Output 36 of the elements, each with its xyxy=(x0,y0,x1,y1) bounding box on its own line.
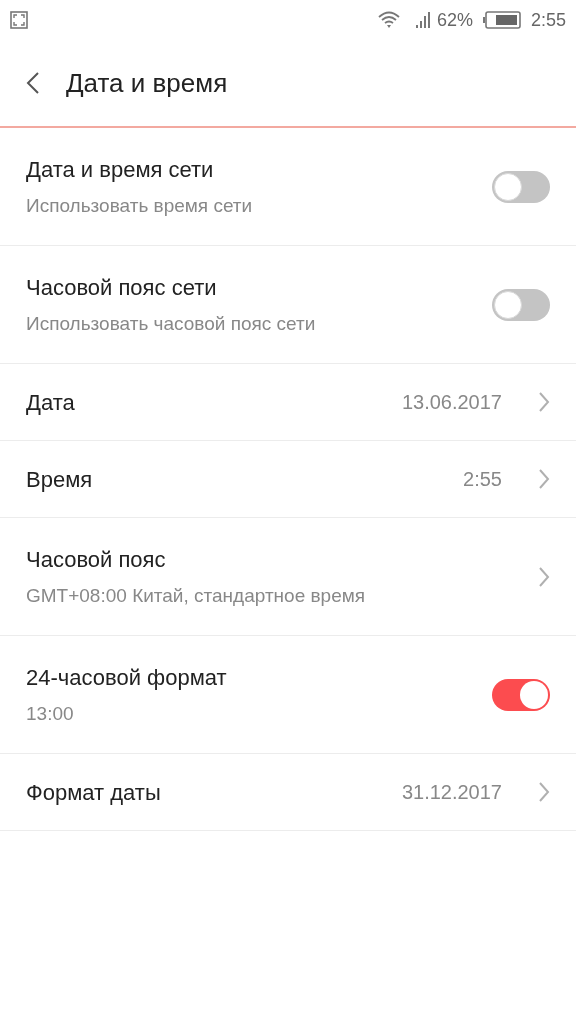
settings-row[interactable]: Дата 13.06.2017 xyxy=(0,364,576,441)
setting-title: Время xyxy=(26,465,94,494)
clock-time: 2:55 xyxy=(530,8,566,32)
page-title: Дата и время xyxy=(66,66,228,100)
settings-row[interactable]: Формат даты 31.12.2017 xyxy=(0,754,576,831)
settings-row[interactable]: Часовой пояс GMT+08:00 Китай, стандартное время xyxy=(0,518,576,636)
setting-value: 13.06.2017 xyxy=(401,390,502,415)
chevron-right-icon xyxy=(538,391,550,413)
signal-icon xyxy=(414,11,431,29)
chevron-right-icon xyxy=(538,468,550,490)
wifi-icon xyxy=(376,11,401,29)
setting-subtitle: Использовать время сети xyxy=(26,193,254,218)
setting-subtitle: Использовать часовой пояс сети xyxy=(26,311,317,336)
setting-subtitle: 13:00 xyxy=(26,701,75,726)
settings-row[interactable]: Дата и время сети Использовать время сети xyxy=(0,128,576,246)
toggle-switch[interactable] xyxy=(492,678,550,711)
setting-title: Часовой пояс xyxy=(26,545,167,574)
toggle-switch[interactable] xyxy=(492,170,550,203)
setting-subtitle: GMT+08:00 Китай, стандартное время xyxy=(26,583,367,608)
settings-row[interactable]: Время 2:55 xyxy=(0,441,576,518)
battery-icon xyxy=(482,11,521,29)
setting-title: Дата xyxy=(26,388,76,417)
settings-row[interactable]: 24-часовой формат 13:00 xyxy=(0,636,576,754)
battery-percent: 62% xyxy=(436,8,473,32)
chevron-right-icon xyxy=(538,565,550,588)
setting-value: 2:55 xyxy=(463,467,502,492)
screenshot-icon xyxy=(10,11,28,29)
settings-row[interactable]: Часовой пояс сети Использовать часовой пояс сети xyxy=(0,246,576,364)
setting-title: Формат даты xyxy=(26,778,162,807)
setting-title: 24-часовой формат xyxy=(26,663,228,692)
toggle-switch[interactable] xyxy=(492,288,550,321)
setting-title: Дата и время сети xyxy=(26,155,215,184)
chevron-right-icon xyxy=(538,781,550,803)
setting-value: 31.12.2017 xyxy=(401,780,502,805)
setting-title: Часовой пояс сети xyxy=(26,273,218,302)
back-button[interactable] xyxy=(26,71,40,95)
